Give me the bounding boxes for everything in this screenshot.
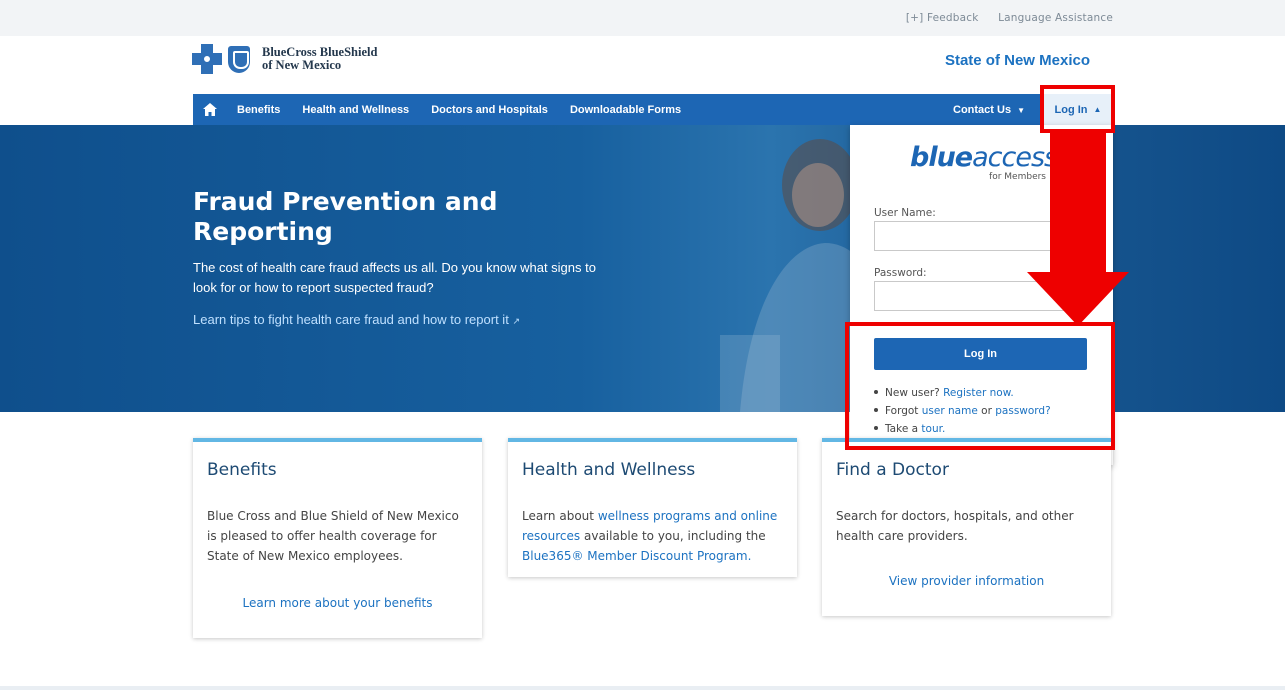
brand-blue: blue xyxy=(910,142,973,173)
external-link-icon: ↗ xyxy=(512,316,520,326)
hero-fraud-link[interactable]: Learn tips to fight health care fraud an… xyxy=(193,312,520,327)
hero-text: The cost of health care fraud affects us… xyxy=(193,260,596,295)
nav-doctors-and-hospitals[interactable]: Doctors and Hospitals xyxy=(431,104,548,116)
brand-access: access xyxy=(972,142,1058,173)
contact-us-menu[interactable]: Contact Us ▼ xyxy=(953,104,1025,116)
find-doctor-card-body: Search for doctors, hospitals, and other… xyxy=(836,509,1074,543)
bcbs-logo[interactable]: BlueCross BlueShield of New Mexico xyxy=(192,44,377,74)
logo-text: BlueCross BlueShield of New Mexico xyxy=(262,46,377,72)
benefits-card-title: Benefits xyxy=(207,460,277,480)
blue-cross-icon xyxy=(192,44,222,74)
hero-fraud-link-label: Learn tips to fight health care fraud an… xyxy=(193,312,509,327)
health-wellness-card-body: Learn about wellness programs and online… xyxy=(522,506,787,566)
hw-body-prefix: Learn about xyxy=(522,509,594,523)
page: [+] Feedback Language Assistance BlueCro… xyxy=(0,0,1285,690)
utility-links: [+] Feedback Language Assistance xyxy=(890,12,1113,24)
feedback-link[interactable]: [+] Feedback xyxy=(906,12,979,24)
blue365-link[interactable]: Blue365® Member Discount Program. xyxy=(522,549,751,563)
red-arrow-head-icon xyxy=(1027,272,1129,326)
home-icon[interactable] xyxy=(193,94,227,125)
contact-us-label: Contact Us xyxy=(953,103,1012,116)
nav-health-and-wellness[interactable]: Health and Wellness xyxy=(302,104,409,116)
health-wellness-card: Health and Wellness Learn about wellness… xyxy=(508,438,797,577)
username-label: User Name: xyxy=(874,207,936,219)
footer-divider xyxy=(0,686,1285,690)
hero-title: Fraud Prevention and Reporting xyxy=(193,187,498,246)
red-arrow-shaft xyxy=(1050,133,1106,273)
benefits-card-link[interactable]: Learn more about your benefits xyxy=(193,596,482,610)
logo-line-2: of New Mexico xyxy=(262,58,342,72)
hw-body-mid: available to you, including the xyxy=(583,529,766,543)
benefits-card: Benefits Blue Cross and Blue Shield of N… xyxy=(193,438,482,638)
health-wellness-card-title: Health and Wellness xyxy=(522,460,696,480)
find-doctor-card: Find a Doctor Search for doctors, hospit… xyxy=(822,438,1111,616)
language-assistance-link[interactable]: Language Assistance xyxy=(998,12,1113,24)
blue-access-logo: blueaccess for Members xyxy=(910,140,1058,182)
benefits-card-body: Blue Cross and Blue Shield of New Mexico… xyxy=(207,509,459,563)
main-nav: Benefits Health and Wellness Doctors and… xyxy=(193,94,1113,125)
nav-downloadable-forms[interactable]: Downloadable Forms xyxy=(570,104,681,116)
password-label: Password: xyxy=(874,267,927,279)
find-doctor-card-title: Find a Doctor xyxy=(836,460,949,480)
highlight-login-form-box xyxy=(845,322,1115,450)
nav-benefits[interactable]: Benefits xyxy=(237,104,280,116)
highlight-login-box xyxy=(1040,85,1115,133)
caret-down-icon: ▼ xyxy=(1017,105,1025,115)
find-doctor-card-link[interactable]: View provider information xyxy=(822,574,1111,588)
blue-shield-icon xyxy=(228,45,250,73)
state-title: State of New Mexico xyxy=(944,52,1090,69)
